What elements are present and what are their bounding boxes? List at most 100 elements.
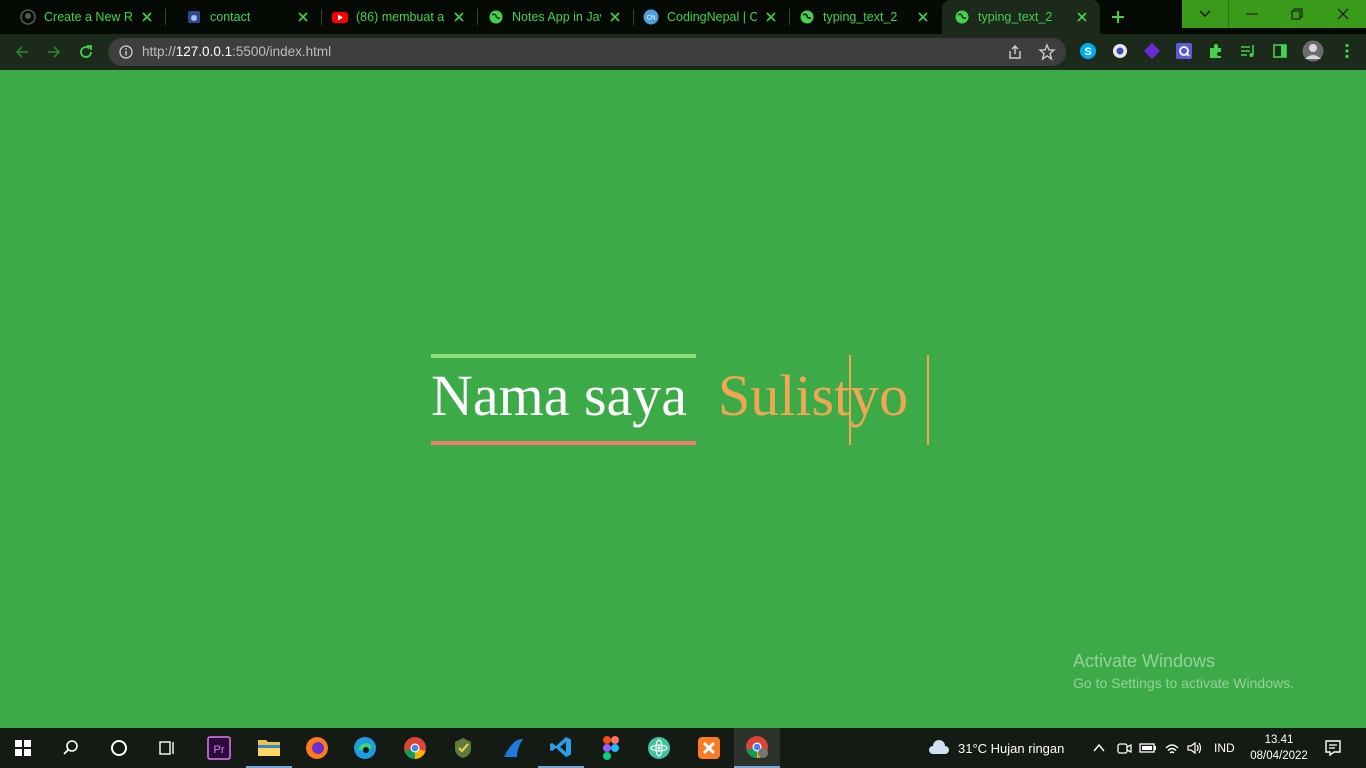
extension-ring-icon[interactable] bbox=[1111, 42, 1129, 60]
edge-icon bbox=[354, 737, 376, 759]
firefox-icon bbox=[306, 737, 328, 759]
new-tab-button[interactable] bbox=[1106, 5, 1130, 29]
folder-icon bbox=[258, 740, 280, 756]
svg-text:S: S bbox=[1084, 46, 1091, 58]
windows-logo-icon bbox=[15, 740, 31, 756]
atom-app[interactable] bbox=[636, 728, 682, 768]
firefox-app[interactable] bbox=[294, 728, 340, 768]
chevron-up-icon[interactable] bbox=[1092, 741, 1106, 760]
side-panel-icon[interactable] bbox=[1271, 42, 1289, 60]
media-control-icon[interactable] bbox=[1239, 42, 1257, 60]
battery-icon[interactable] bbox=[1139, 741, 1157, 760]
close-icon[interactable] bbox=[1074, 9, 1090, 25]
globe-icon bbox=[799, 9, 815, 25]
arrow-right-icon bbox=[48, 46, 61, 58]
meet-now-icon[interactable] bbox=[1116, 740, 1132, 761]
minimize-icon bbox=[1246, 13, 1258, 15]
close-icon[interactable] bbox=[607, 9, 623, 25]
vscode-app[interactable] bbox=[538, 728, 584, 768]
tab-youtube[interactable]: (86) membuat animasi bbox=[322, 0, 477, 34]
figma-app[interactable] bbox=[588, 728, 634, 768]
system-clock[interactable]: 13.41 08/04/2022 bbox=[1246, 732, 1312, 764]
page-icon bbox=[186, 9, 202, 25]
task-view-icon bbox=[159, 741, 174, 755]
chrome-app[interactable] bbox=[392, 728, 438, 768]
cortana-button[interactable] bbox=[96, 728, 142, 768]
weather-icon[interactable] bbox=[928, 740, 950, 761]
share-icon[interactable] bbox=[1006, 43, 1024, 66]
xampp-icon bbox=[698, 737, 720, 759]
windows-taskbar: Pr 31°C Hujan ringan IND 13.41 08/04/202… bbox=[0, 728, 1366, 768]
watermark-subtitle: Go to Settings to activate Windows. bbox=[1073, 675, 1294, 691]
minimize-button[interactable] bbox=[1228, 0, 1275, 28]
premiere-pro-app[interactable]: Pr bbox=[196, 728, 242, 768]
start-button[interactable] bbox=[0, 728, 46, 768]
reload-button[interactable] bbox=[74, 40, 98, 64]
tab-title: (86) membuat animasi bbox=[356, 10, 445, 24]
app-shield-icon bbox=[455, 738, 471, 758]
typing-caret bbox=[927, 355, 929, 445]
github-icon bbox=[20, 9, 36, 25]
avatar[interactable] bbox=[1302, 40, 1324, 62]
restore-button[interactable] bbox=[1274, 0, 1320, 28]
back-button[interactable] bbox=[10, 40, 34, 64]
close-icon[interactable] bbox=[139, 9, 155, 25]
extensions-puzzle-icon[interactable] bbox=[1207, 42, 1225, 60]
browser-toolbar: http://127.0.0.1:5500/index.html S bbox=[0, 34, 1366, 70]
close-icon[interactable] bbox=[295, 9, 311, 25]
search-button[interactable] bbox=[48, 728, 94, 768]
chrome-active-window[interactable] bbox=[734, 728, 780, 768]
url-text: http://127.0.0.1:5500/index.html bbox=[142, 44, 332, 59]
cortana-icon bbox=[111, 740, 127, 756]
close-icon[interactable] bbox=[763, 9, 779, 25]
arrow-left-icon bbox=[15, 46, 28, 58]
premiere-pro-icon: Pr bbox=[207, 736, 231, 760]
close-icon bbox=[1337, 8, 1349, 20]
notification-icon[interactable] bbox=[1324, 739, 1342, 762]
tab-contact[interactable]: contact bbox=[166, 0, 321, 34]
tab-typing-text-2[interactable]: typing_text_2 bbox=[790, 0, 941, 34]
close-icon[interactable] bbox=[451, 9, 467, 25]
file-explorer-app[interactable] bbox=[246, 728, 292, 768]
tab-title: typing_text_2 bbox=[823, 10, 898, 24]
tab-codingnepal[interactable]: CN CodingNepal | Creative bbox=[634, 0, 789, 34]
tab-title: typing_text_2 bbox=[978, 10, 1053, 24]
clock-date: 08/04/2022 bbox=[1250, 750, 1308, 762]
app-sail-button[interactable] bbox=[490, 728, 536, 768]
svg-text:CN: CN bbox=[647, 16, 656, 22]
bookmark-star-icon[interactable] bbox=[1038, 43, 1056, 66]
xampp-app[interactable] bbox=[686, 728, 732, 768]
info-icon[interactable] bbox=[118, 44, 134, 65]
tab-github[interactable]: Create a New Repository bbox=[0, 0, 165, 34]
input-language[interactable]: IND bbox=[1214, 741, 1235, 755]
extension-q-icon[interactable] bbox=[1175, 42, 1193, 60]
menu-dots-icon[interactable] bbox=[1338, 42, 1356, 60]
skype-icon[interactable]: S bbox=[1079, 42, 1097, 60]
plus-icon bbox=[1112, 11, 1124, 23]
globe-icon bbox=[488, 9, 504, 25]
address-bar[interactable]: http://127.0.0.1:5500/index.html bbox=[108, 38, 1066, 66]
text-cursor-caret bbox=[849, 355, 851, 445]
vscode-icon bbox=[550, 737, 571, 757]
task-view-button[interactable] bbox=[144, 728, 190, 768]
static-text-block: Nama saya bbox=[431, 354, 696, 445]
forward-button[interactable] bbox=[42, 40, 66, 64]
clock-time: 13.41 bbox=[1264, 734, 1294, 746]
extension-diamond-icon[interactable] bbox=[1143, 42, 1161, 60]
tab-strip: Create a New Repository contact (86) mem… bbox=[0, 0, 1366, 34]
codingnepal-icon: CN bbox=[643, 9, 659, 25]
watermark-title: Activate Windows bbox=[1073, 651, 1216, 671]
weather-text[interactable]: 31°C Hujan ringan bbox=[958, 741, 1064, 756]
wifi-icon[interactable] bbox=[1164, 740, 1180, 761]
volume-icon[interactable] bbox=[1186, 740, 1204, 761]
tab-notes-app[interactable]: Notes App in JavaScript bbox=[478, 0, 633, 34]
static-heading-text: Nama saya bbox=[431, 363, 688, 428]
tab-typing-text-2-active[interactable]: typing_text_2 bbox=[942, 0, 1100, 34]
tab-search-button[interactable] bbox=[1182, 0, 1228, 28]
figma-icon bbox=[603, 736, 619, 760]
edge-app[interactable] bbox=[342, 728, 388, 768]
close-window-button[interactable] bbox=[1320, 0, 1366, 28]
close-icon[interactable] bbox=[915, 9, 931, 25]
tab-title: Create a New Repository bbox=[44, 10, 133, 24]
app-shield-button[interactable] bbox=[440, 728, 486, 768]
